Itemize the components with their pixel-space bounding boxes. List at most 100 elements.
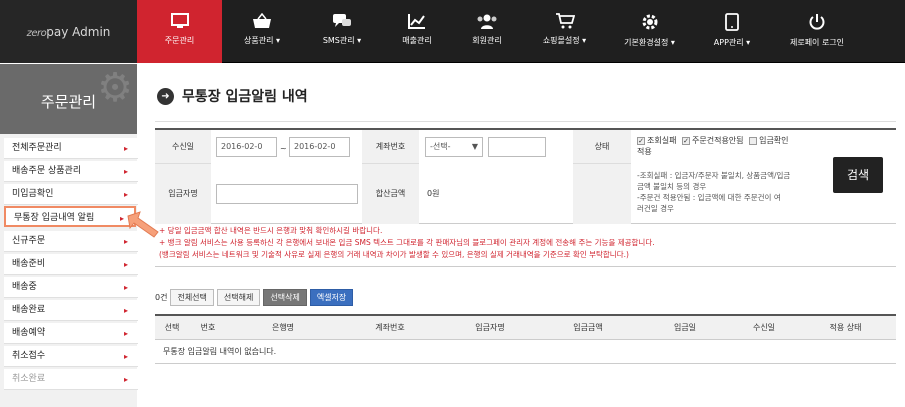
page-title: ➜ 무통장 입금알림 내역 [157,86,308,106]
column-header: 선택 [164,323,180,332]
status-opt-label: 입금확인 [759,136,789,145]
nav-sms-management[interactable]: SMS관리 ▾ [302,0,382,63]
logo-text-admin: Admin [68,25,111,39]
results-table: 선택 번호 은행명 계좌번호 입금자명 입금금액 입금일 수신일 적용 상태 무… [155,314,896,364]
sidebar-item-new-orders[interactable]: 신규주문 ▸ [4,231,138,252]
excel-save-button[interactable]: 엑셀저장 [309,289,354,306]
logo[interactable]: zeropay Admin [0,0,137,63]
status-desc-label [573,164,631,224]
chevron-right-icon: ▸ [123,283,128,292]
sum-value: 0원 [427,189,440,198]
desc-line: -주문건 적용안됨 : 입금액에 대한 주문건이 여 [637,193,781,202]
sidebar-item-label: 취소접수 [12,351,46,361]
column-header: 입금금액 [573,323,603,332]
nav-label: 제로페이 로그인 [789,38,845,47]
nav-zeropay-login[interactable]: 제로페이 로그인 [772,0,862,63]
sidebar-item-label: 배송주문 상품관리 [12,166,82,176]
sidebar-item-preparing[interactable]: 배송준비 ▸ [4,254,138,275]
sidebar-item-delivered[interactable]: 배송완료 ▸ [4,300,138,321]
checkbox-query-failed[interactable]: ✓ [637,136,645,145]
sidebar-item-label: 신규주문 [12,236,46,246]
desc-line: 금액 불일치 등의 경우 [637,182,707,191]
checkbox-deposit-confirmed[interactable] [749,136,758,145]
page-title-text: 무통장 입금알림 내역 [182,89,308,105]
chevron-right-icon: ▸ [123,375,128,384]
sidebar-item-all-orders[interactable]: 전체주문관리 ▸ [4,138,138,159]
column-header: 은행명 [271,323,295,332]
nav-app-management[interactable]: APP관리 ▾ [692,0,772,63]
main-content: ➜ 무통장 입금알림 내역 수신일 2016-02-0 ~ 2016-02-0 계… [147,64,905,407]
nav-product-management[interactable]: 상품관리 ▾ [222,0,302,63]
sidebar-header: ⚙ 주문관리 [0,64,137,134]
payer-input[interactable] [216,184,358,204]
basket-icon [253,13,271,28]
status-description: -조회실패 : 입금자/주문자 불일치, 상품금액/입금 금액 불일치 등의 경… [637,170,829,214]
nav-label: SMS관리 ▾ [322,36,362,45]
sidebar-item-label: 배송예약 [12,328,46,338]
nav-shop-settings[interactable]: 쇼핑몰설정 ▾ [522,0,607,63]
sidebar-item-cancel-requests[interactable]: 취소접수 ▸ [4,346,138,367]
chevron-right-icon: ▸ [119,214,124,223]
empty-row: 무통장 입금알림 내역이 없습니다. [155,340,896,364]
notice-box: + 당일 입금금액 합산 내역은 반드시 은행과 맞춰 확인하시길 바랍니다. … [155,225,896,267]
nav-label: 매출관리 [402,36,432,45]
nav-label: 주문관리 [164,36,195,45]
date-from-input[interactable]: 2016-02-0 [216,137,277,157]
users-icon [477,14,497,29]
account-select[interactable]: -선택- ▼ [425,137,483,157]
search-button[interactable]: 검색 [833,157,883,193]
delete-selected-button[interactable]: 선택삭제 [263,289,307,306]
select-all-button[interactable]: 전체선택 [170,289,214,306]
chevron-right-icon: ▸ [123,352,128,361]
status-opt-label: 조회실패 [647,136,677,145]
logo-text-zero: zero [26,28,47,39]
nav-basic-settings[interactable]: 기본환경설정 ▾ [607,0,692,63]
status-label: 상태 [573,130,631,164]
notice-line: (뱅크알림 서비스는 네트워크 및 기술적 사유로 실제 은행의 거래 내역과 … [159,250,629,259]
sidebar-item-label: 미입금확인 [12,189,54,199]
sidebar-title: 주문관리 [40,93,97,111]
table-header: 선택 번호 은행명 계좌번호 입금자명 입금금액 입금일 수신일 적용 상태 [155,316,896,340]
deselect-button[interactable]: 선택해제 [216,289,261,306]
sidebar-item-label: 배송중 [12,282,37,292]
chat-icon [333,14,351,27]
phone-icon [725,13,739,31]
status-opt-label: 주문건적용안됨 [692,136,744,145]
nav-member-management[interactable]: 회원관리 [452,0,522,63]
payer-label: 입금자명 [155,164,211,224]
chevron-right-icon: ▸ [123,167,128,176]
sidebar-item-scheduled[interactable]: 배송예약 ▸ [4,323,138,344]
sidebar-item-label: 배송준비 [12,259,46,269]
nav-order-management[interactable]: 주문관리 [137,0,222,63]
column-header: 수신일 [752,323,776,332]
nav-label: 기본환경설정 ▾ [624,38,675,47]
date-to-input[interactable]: 2016-02-0 [289,137,350,157]
sidebar-item-deposit-alerts[interactable]: 무통장 입금내역 알림 ▸ [4,206,136,227]
column-header: 입금자명 [475,323,505,332]
date-label: 수신일 [155,130,211,164]
chevron-right-icon: ▸ [123,306,128,315]
sidebar-item-delivery-products[interactable]: 배송주문 상품관리 ▸ [4,161,138,182]
account-label: 계좌번호 [362,130,419,164]
sidebar-item-label: 취소완료 [12,374,46,384]
gear-icon [642,14,657,30]
sidebar-item-cancel-complete[interactable]: 취소완료 ▸ [4,369,138,390]
checkbox-not-applied[interactable]: ✓ [682,136,690,145]
arrow-circle-icon: ➜ [157,87,174,105]
account-input[interactable] [488,137,546,157]
nav-sales-management[interactable]: 매출관리 [382,0,452,63]
chevron-right-icon: ▸ [123,190,128,199]
nav-label: 쇼핑몰설정 ▾ [542,36,587,45]
nav-label: 회원관리 [472,36,502,45]
sum-label: 합산금액 [362,164,419,224]
nav-label: 상품관리 ▾ [244,36,280,45]
chevron-down-icon: ▼ [471,142,478,151]
column-header: 번호 [200,323,216,332]
chevron-right-icon: ▸ [123,144,128,153]
desc-line: 러건일 경우 [637,204,674,213]
sidebar-item-shipping[interactable]: 배송중 ▸ [4,277,138,298]
chart-icon [408,14,425,29]
gear-decoration-icon: ⚙ [97,65,133,111]
sidebar-item-unpaid-check[interactable]: 미입금확인 ▸ [4,184,138,205]
sidebar-item-label: 배송완료 [12,305,46,315]
